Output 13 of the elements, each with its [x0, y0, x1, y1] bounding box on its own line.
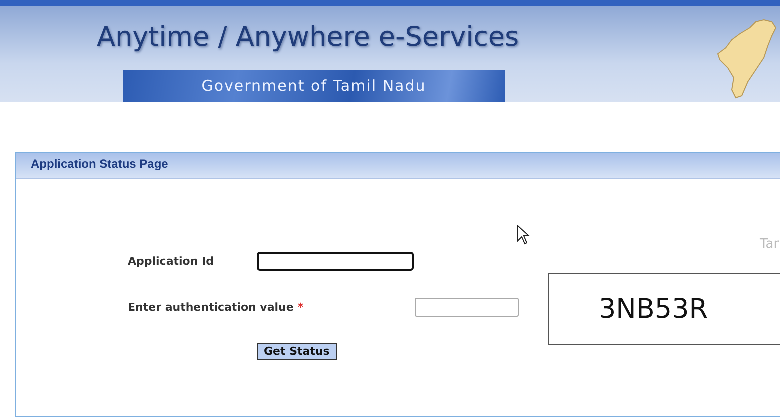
site-title: Anytime / Anywhere e-Services: [97, 22, 520, 54]
captcha-image: 3NB53R: [548, 273, 780, 345]
subtitle-banner: Government of Tamil Nadu: [123, 70, 505, 102]
field-label: Enter authentication value: [128, 301, 294, 314]
required-mark: *: [298, 301, 304, 314]
panel-title: Application Status Page: [16, 153, 780, 179]
map-icon: [716, 18, 778, 100]
input-field[interactable]: [257, 252, 414, 271]
get-status-button[interactable]: Get Status: [257, 343, 337, 360]
input-field[interactable]: [415, 298, 519, 317]
field-label: Application Id: [128, 255, 214, 268]
cursor-icon: [517, 225, 531, 245]
side-text: Tar: [760, 237, 780, 252]
